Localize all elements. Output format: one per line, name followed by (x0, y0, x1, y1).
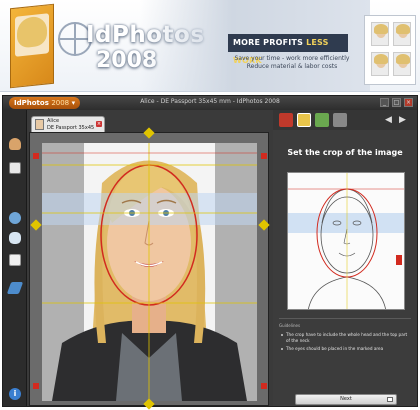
crop-guide-illustration (287, 172, 405, 310)
sample-photo (393, 22, 411, 46)
subtag-line-1: Save your time - work more efficiently (234, 55, 350, 62)
instructions-list: The crop have to include the whole head … (281, 332, 411, 354)
crop-handle-left[interactable] (30, 219, 42, 231)
delete-icon[interactable] (279, 113, 293, 127)
title-bar: IdPhotos 2008 ▾ Alice - DE Passport 35x4… (3, 96, 417, 110)
marker-left-bottom (33, 383, 39, 389)
effects-tab-icon[interactable] (315, 113, 329, 127)
portrait-photo (42, 143, 257, 401)
marker-right-bottom (261, 383, 267, 389)
document-icon (9, 162, 21, 174)
wizard-panel: ◀ ▶ Set the crop of the image Guidelines… (273, 110, 417, 406)
document-name: Alice (47, 118, 60, 124)
guide-svg (288, 173, 404, 309)
person-button[interactable] (7, 136, 23, 152)
panel-toolbar: ◀ ▶ (273, 110, 417, 130)
chat-button-2[interactable] (7, 230, 23, 246)
document-thumbnail (35, 119, 44, 130)
close-button[interactable]: × (404, 98, 413, 107)
instruction-item: The crop have to include the whole head … (281, 332, 411, 344)
sample-photo (371, 22, 389, 46)
next-button[interactable]: Next (295, 394, 397, 405)
person-icon (9, 138, 21, 150)
minimize-button[interactable]: _ (380, 98, 389, 107)
portrait-svg (42, 143, 257, 401)
sample-photo (393, 52, 411, 76)
document-tab[interactable]: Alice DE Passport 35x45 mm × (31, 116, 105, 137)
guidelines-heading: Guidelines (279, 323, 301, 328)
promo-banner: IdPhotos 2008 MORE PROFITS LESS WORK Sav… (0, 0, 420, 92)
app-window: IdPhotos 2008 ▾ Alice - DE Passport 35x4… (2, 95, 418, 410)
next-button-label: Next (340, 396, 352, 402)
chat-button[interactable] (7, 210, 23, 226)
close-tab-icon[interactable]: × (96, 121, 102, 127)
instruction-item: The eyes should be placed in the marked … (281, 346, 411, 352)
back-arrow-icon[interactable]: ◀ (385, 113, 395, 127)
crop-handle-right[interactable] (258, 219, 270, 231)
chat-icon (9, 232, 21, 244)
chat-icon (9, 212, 21, 224)
subtag-line-2: Reduce material & labor costs (246, 63, 338, 70)
banner-subtagline: Save your time - work more efficiently R… (232, 55, 352, 71)
document-button[interactable] (7, 160, 23, 176)
banner-tagline: MORE PROFITS LESS WORK (228, 34, 348, 65)
info-button[interactable]: i (7, 386, 23, 402)
layers-button[interactable] (6, 280, 24, 296)
marker-left-top (33, 153, 39, 159)
envelope-button[interactable] (7, 252, 23, 268)
panel-divider (279, 318, 411, 319)
photo-canvas[interactable] (29, 127, 270, 410)
crop-tab-icon[interactable] (297, 113, 311, 127)
forward-arrow-icon[interactable]: ▶ (399, 113, 409, 127)
person-tab-icon[interactable] (333, 113, 347, 127)
marker-right-top (261, 153, 267, 159)
layers-icon (6, 282, 24, 294)
crop-handle-top[interactable] (143, 127, 155, 139)
product-box-image (10, 3, 54, 89)
maximize-button[interactable]: □ (392, 98, 401, 107)
envelope-icon (9, 254, 21, 266)
window-controls: _ □ × (380, 98, 413, 107)
keyboard-icon (387, 397, 393, 402)
sample-photos-thumbnail (364, 15, 416, 85)
left-toolbar: i (3, 110, 27, 406)
window-title: Alice - DE Passport 35x45 mm - IdPhotos … (140, 98, 280, 105)
panel-title: Set the crop of the image (287, 148, 403, 157)
tagline-part-a: MORE PROFITS (233, 38, 304, 47)
sample-photo (371, 52, 389, 76)
info-icon: i (9, 388, 21, 400)
